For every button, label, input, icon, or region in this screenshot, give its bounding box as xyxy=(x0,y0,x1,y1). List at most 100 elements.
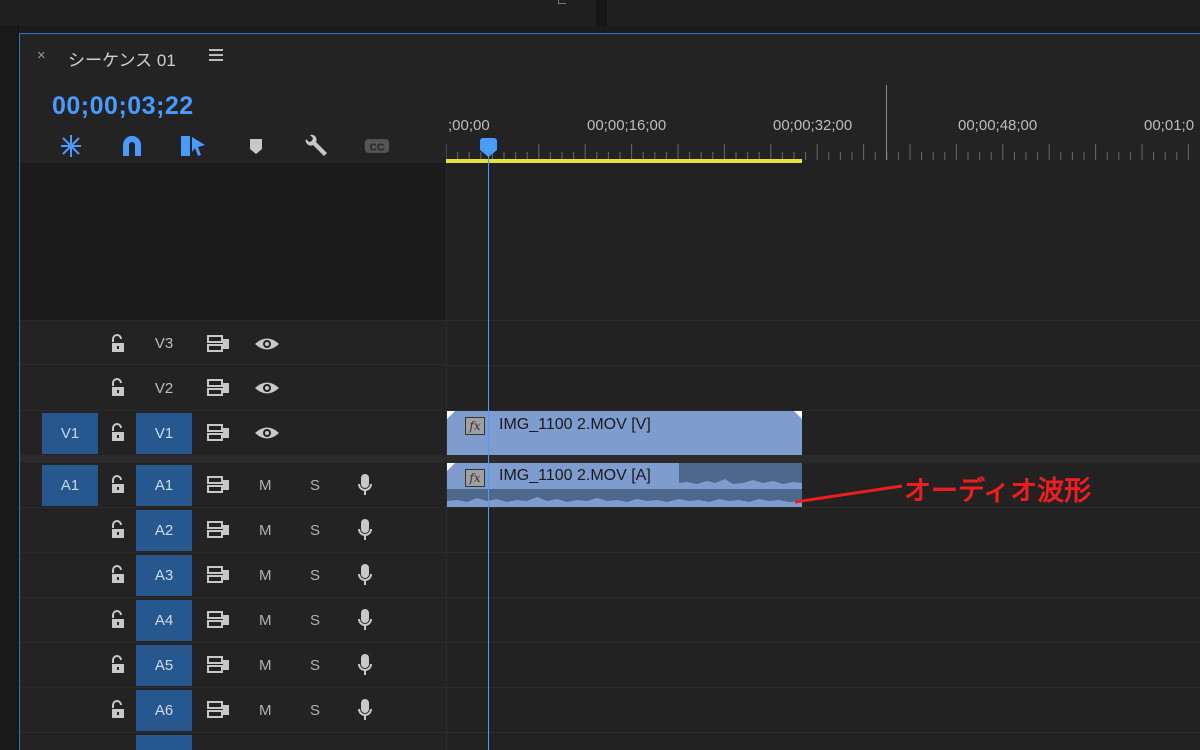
eye-icon[interactable] xyxy=(254,377,280,399)
mute-button[interactable]: M xyxy=(259,522,272,539)
eye-icon[interactable] xyxy=(254,333,280,355)
audio-clip[interactable]: fx IMG_1100 2.MOV [A] xyxy=(447,463,802,507)
video-clip[interactable]: fx IMG_1100 2.MOV [V] xyxy=(447,411,802,455)
lock-open-icon[interactable] xyxy=(109,422,127,444)
target-toggle-a2[interactable]: A2 xyxy=(136,510,192,551)
add-marker-icon[interactable] xyxy=(243,134,269,158)
source-patch-a1[interactable]: A1 xyxy=(42,465,98,506)
track-header-v2: V2 xyxy=(20,366,446,411)
track-header-v3: V3 xyxy=(20,320,446,365)
track-header-a7-partial xyxy=(20,733,446,750)
voiceover-mic-icon[interactable] xyxy=(357,653,373,677)
voiceover-mic-icon[interactable] xyxy=(357,608,373,632)
lock-open-icon[interactable] xyxy=(109,377,127,399)
top-panel-bar xyxy=(0,0,1200,26)
captions-cc-icon[interactable]: CC xyxy=(364,134,390,158)
row-separator xyxy=(447,320,1200,321)
sync-lock-icon[interactable] xyxy=(206,564,232,586)
track-header-a4: A4 M S xyxy=(20,598,446,643)
lock-open-icon[interactable] xyxy=(109,654,127,676)
track-header-v1: V1 V1 xyxy=(20,411,446,456)
target-toggle-a3[interactable]: A3 xyxy=(136,555,192,596)
mute-button[interactable]: M xyxy=(259,702,272,719)
target-toggle-a1[interactable]: A1 xyxy=(136,465,192,506)
clip-name: IMG_1100 2.MOV [V] xyxy=(499,416,651,433)
audio-waveform xyxy=(447,479,802,507)
cc-label: CC xyxy=(369,142,385,153)
target-toggle-a4[interactable]: A4 xyxy=(136,600,192,641)
ruler-ticks xyxy=(446,144,1189,160)
top-panel-left xyxy=(0,0,596,26)
fx-badge[interactable]: fx xyxy=(465,417,485,435)
insert-nest-icon[interactable] xyxy=(58,134,84,158)
mute-button[interactable]: M xyxy=(259,477,272,494)
linked-selection-icon[interactable] xyxy=(180,134,206,158)
solo-button[interactable]: S xyxy=(310,477,320,494)
panel-menu-icon[interactable] xyxy=(209,49,223,61)
track-header-a3: A3 M S xyxy=(20,553,446,598)
sequence-tab-title[interactable]: シーケンス 01 xyxy=(68,46,176,71)
row-separator xyxy=(447,642,1200,643)
target-toggle-v1[interactable]: V1 xyxy=(136,413,192,454)
snap-magnet-icon[interactable] xyxy=(119,134,145,158)
ruler-label: 00;00;32;00 xyxy=(773,117,853,134)
row-separator xyxy=(447,552,1200,553)
left-panel-strip xyxy=(0,26,19,750)
sync-lock-icon[interactable] xyxy=(206,519,232,541)
solo-button[interactable]: S xyxy=(310,612,320,629)
close-tab-icon[interactable]: × xyxy=(37,47,46,64)
target-toggle-a6[interactable]: A6 xyxy=(136,690,192,731)
track-header-a5: A5 M S xyxy=(20,643,446,688)
sync-lock-icon[interactable] xyxy=(206,333,232,355)
row-separator xyxy=(447,365,1200,366)
lock-open-icon[interactable] xyxy=(109,474,127,496)
sync-lock-icon[interactable] xyxy=(206,654,232,676)
solo-button[interactable]: S xyxy=(310,522,320,539)
ruler-label: 00;00;16;00 xyxy=(587,117,667,134)
sync-lock-icon[interactable] xyxy=(206,609,232,631)
mute-button[interactable]: M xyxy=(259,657,272,674)
annotation-label: オーディオ波形 xyxy=(904,476,1092,506)
lock-open-icon[interactable] xyxy=(109,699,127,721)
voiceover-mic-icon[interactable] xyxy=(357,518,373,542)
clip-end-corner xyxy=(794,411,802,419)
ruler-major-line xyxy=(886,85,887,160)
ruler-label: ;00;00 xyxy=(448,117,490,134)
sync-lock-icon[interactable] xyxy=(206,699,232,721)
mute-button[interactable]: M xyxy=(259,567,272,584)
eye-icon[interactable] xyxy=(254,422,280,444)
ruler-label: 00;00;48;00 xyxy=(958,117,1038,134)
sync-lock-icon[interactable] xyxy=(206,474,232,496)
solo-button[interactable]: S xyxy=(310,657,320,674)
solo-button[interactable]: S xyxy=(310,702,320,719)
row-separator xyxy=(447,687,1200,688)
playhead-handle[interactable] xyxy=(479,138,498,158)
voiceover-mic-icon[interactable] xyxy=(357,698,373,722)
sync-lock-icon[interactable] xyxy=(206,377,232,399)
settings-wrench-icon[interactable] xyxy=(303,134,329,158)
playhead-line[interactable] xyxy=(488,140,489,750)
voiceover-mic-icon[interactable] xyxy=(357,563,373,587)
track-header-a1: A1 A1 M S xyxy=(20,463,446,508)
ruler-label: 00;01;0 xyxy=(1144,117,1195,134)
video-audio-divider[interactable] xyxy=(20,455,1200,463)
panel-resize-mark xyxy=(558,0,566,4)
solo-button[interactable]: S xyxy=(310,567,320,584)
row-separator xyxy=(447,732,1200,733)
source-patch-v1[interactable]: V1 xyxy=(42,413,98,454)
row-separator xyxy=(447,597,1200,598)
sync-lock-icon[interactable] xyxy=(206,422,232,444)
playhead-timecode[interactable]: 00;00;03;22 xyxy=(52,92,194,121)
track-header-a6: A6 M S xyxy=(20,688,446,733)
target-toggle-a5[interactable]: A5 xyxy=(136,645,192,686)
lock-open-icon[interactable] xyxy=(109,333,127,355)
empty-track-header-area xyxy=(20,163,446,320)
voiceover-mic-icon[interactable] xyxy=(357,473,373,497)
mute-button[interactable]: M xyxy=(259,612,272,629)
target-toggle-v3[interactable]: V3 xyxy=(136,323,192,364)
target-toggle-partial[interactable] xyxy=(136,735,192,750)
lock-open-icon[interactable] xyxy=(109,564,127,586)
target-toggle-v2[interactable]: V2 xyxy=(136,368,192,409)
lock-open-icon[interactable] xyxy=(109,609,127,631)
lock-open-icon[interactable] xyxy=(109,519,127,541)
